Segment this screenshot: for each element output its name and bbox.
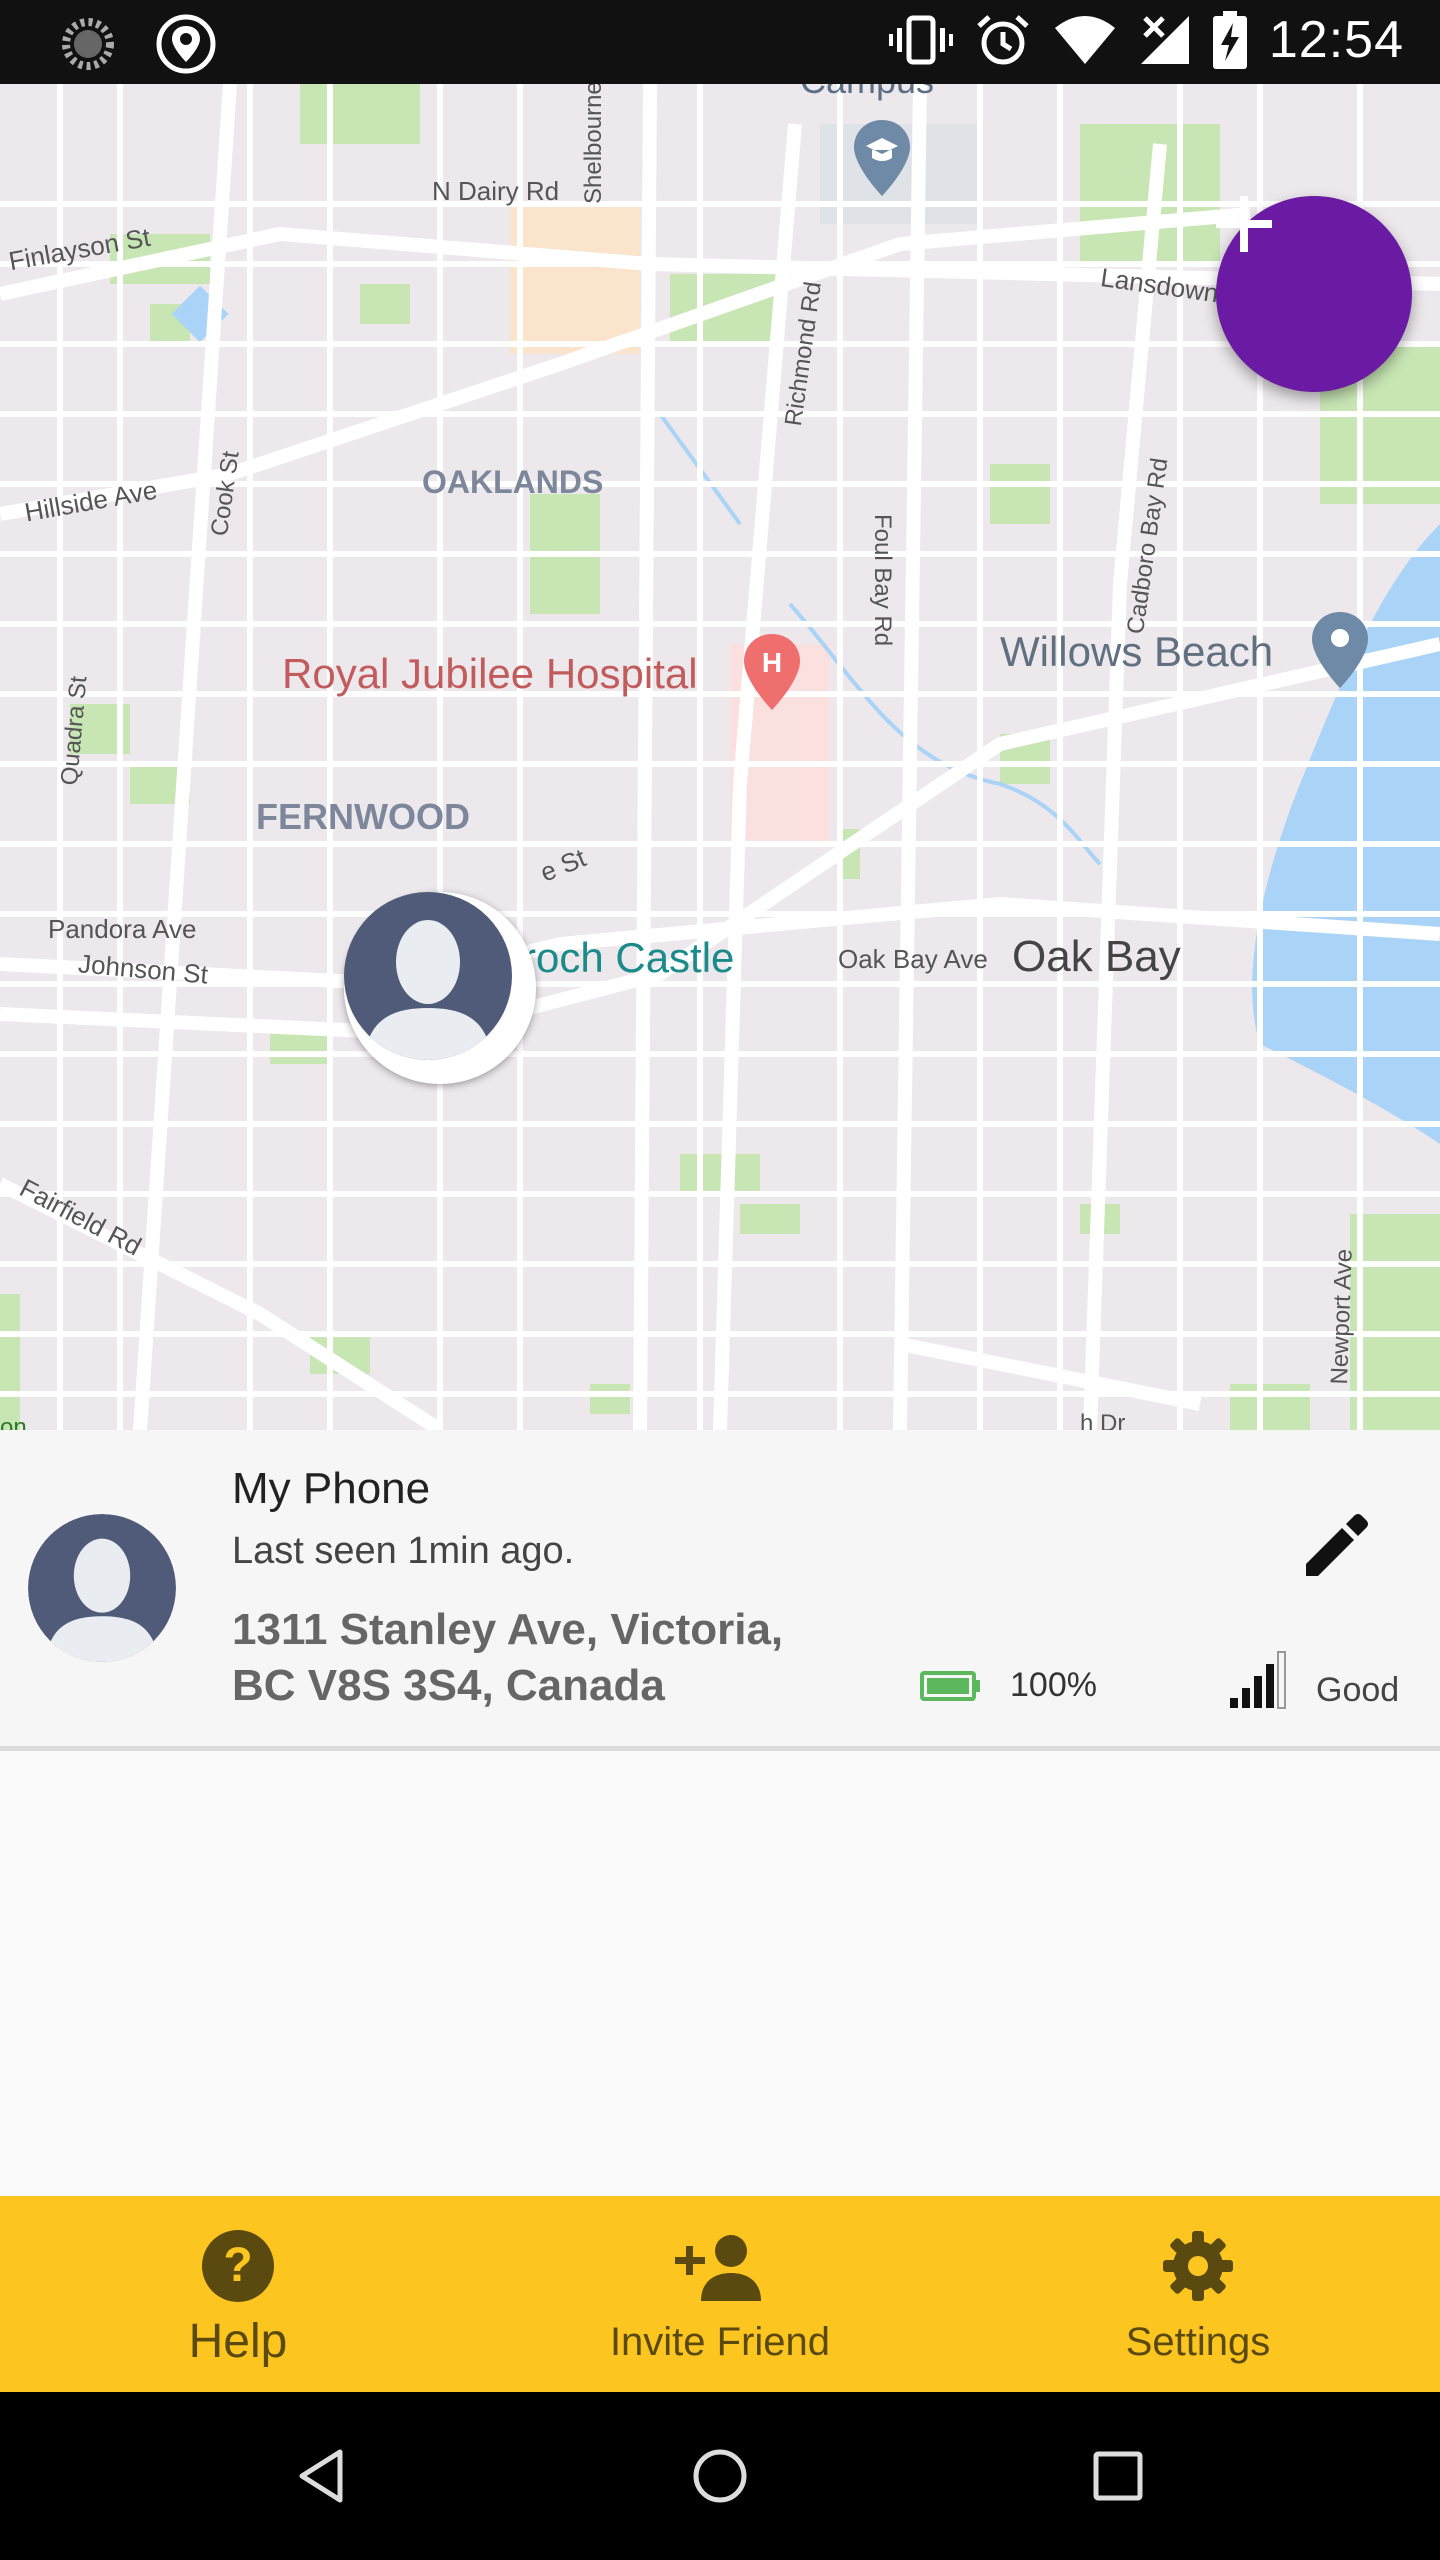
label-drive-partial: h Dr [1080, 1410, 1126, 1430]
system-navigation-bar [0, 2392, 1440, 2560]
settings-button[interactable]: Settings [1098, 2196, 1298, 2392]
label-foul-bay-rd: Foul Bay Rd [869, 514, 896, 647]
label-royal-jubilee-hospital: Royal Jubilee Hospital [282, 650, 698, 697]
loading-icon [62, 18, 114, 70]
device-address: 1311 Stanley Ave, Victoria, BC V8S 3S4, … [232, 1602, 872, 1714]
avatar [28, 1514, 176, 1662]
help-button[interactable]: ? Help [138, 2196, 338, 2392]
invite-friend-label: Invite Friend [609, 2320, 831, 2364]
device-card[interactable]: My Phone Last seen 1min ago. 1311 Stanle… [0, 1430, 1440, 1751]
label-oak-bay-ave: Oak Bay Ave [838, 944, 988, 974]
back-icon [299, 2449, 343, 2503]
gear-icon [1163, 2231, 1233, 2301]
svg-text:?: ? [223, 2239, 252, 2292]
signal-bars-icon [1230, 1651, 1286, 1709]
label-edge-partial: on [0, 1414, 27, 1430]
settings-label: Settings [1125, 2320, 1271, 2364]
pencil-icon [1306, 1514, 1368, 1576]
label-n-dairy-rd: N Dairy Rd [432, 176, 560, 206]
label-oaklands: OAKLANDS [422, 464, 604, 500]
add-person-icon [675, 2235, 761, 2301]
edit-button[interactable] [1296, 1502, 1380, 1586]
invite-friend-button[interactable]: Invite Friend [570, 2196, 870, 2392]
person-avatar-icon [344, 892, 512, 1060]
signal-quality: Good [1316, 1671, 1400, 1709]
device-name: My Phone [232, 1464, 431, 1513]
add-button[interactable] [1216, 196, 1412, 392]
battery-percent: 100% [1010, 1666, 1097, 1704]
back-button[interactable] [280, 2434, 364, 2518]
home-icon [693, 2449, 747, 2503]
alarm-icon [977, 15, 1029, 65]
svg-text:H: H [762, 647, 782, 678]
no-signal-icon [1140, 16, 1189, 64]
label-campus: Campus [800, 84, 934, 102]
user-location-marker[interactable] [344, 892, 536, 1084]
vibrate-icon [888, 15, 953, 65]
recents-button[interactable] [1076, 2434, 1160, 2518]
label-shelbourne-st: Shelbourne St [580, 84, 607, 204]
address-line-1: 1311 Stanley Ave, Victoria, [232, 1605, 784, 1654]
hospital-pin-icon: H [744, 634, 800, 710]
recents-icon [1093, 2451, 1143, 2501]
battery-status: 100% [920, 1666, 1097, 1705]
plus-icon [1216, 196, 1272, 252]
battery-charging-icon [1212, 11, 1247, 69]
help-icon: ? [202, 2230, 274, 2302]
address-line-2: BC V8S 3S4, Canada [232, 1661, 665, 1710]
person-avatar-icon [28, 1514, 176, 1662]
location-pin-icon [156, 14, 216, 74]
label-fernwood: FERNWOOD [256, 796, 470, 837]
label-craigdarroch-castle: rroch Castle [508, 934, 735, 981]
bottom-navigation: ? Help Invite Friend Settings [0, 2196, 1440, 2392]
device-list-empty-area [0, 1751, 1440, 2196]
map-view[interactable]: Campus N Dairy Rd Finlayson St Shelbourn… [0, 84, 1440, 1430]
wifi-icon [1054, 16, 1115, 64]
label-willows-beach: Willows Beach [1000, 628, 1274, 675]
status-bar: 12:54 [0, 0, 1440, 84]
label-newport-ave: Newport Ave [1326, 1248, 1358, 1385]
label-pandora-ave: Pandora Ave [48, 914, 197, 944]
help-label: Help [188, 2315, 288, 2368]
school-pin-icon [854, 120, 910, 196]
signal-status: Good [1230, 1650, 1399, 1710]
battery-icon [920, 1670, 980, 1701]
beach-pin-icon [1312, 612, 1368, 688]
clock: 12:54 [1268, 11, 1404, 69]
last-seen-text: Last seen 1min ago. [232, 1530, 575, 1572]
label-oak-bay: Oak Bay [1012, 932, 1181, 981]
home-button[interactable] [678, 2434, 762, 2518]
